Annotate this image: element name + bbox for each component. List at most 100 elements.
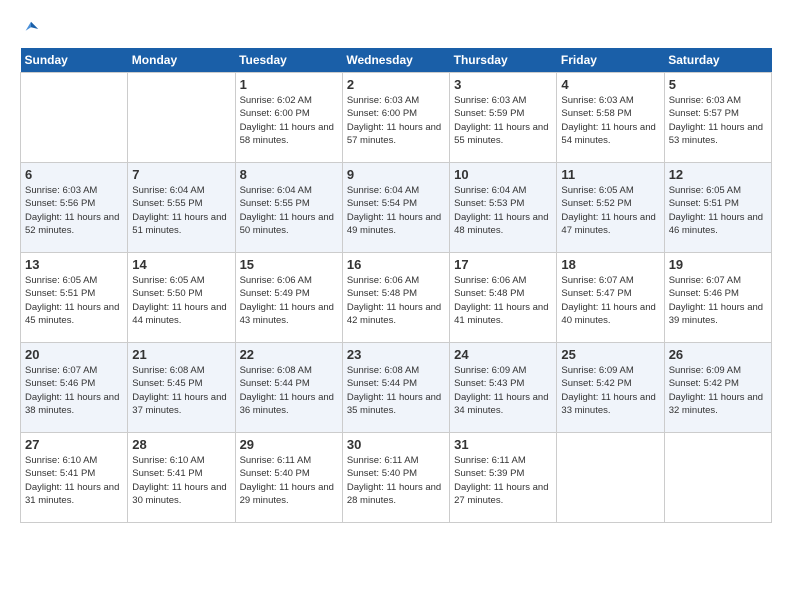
calendar-cell: 27 Sunrise: 6:10 AM Sunset: 5:41 PM Dayli… <box>21 433 128 523</box>
calendar-cell: 10 Sunrise: 6:04 AM Sunset: 5:53 PM Dayli… <box>450 163 557 253</box>
day-info: Sunrise: 6:07 AM Sunset: 5:46 PM Dayligh… <box>669 274 767 327</box>
calendar-cell: 16 Sunrise: 6:06 AM Sunset: 5:48 PM Dayli… <box>342 253 449 343</box>
day-number: 6 <box>25 167 123 182</box>
day-info: Sunrise: 6:08 AM Sunset: 5:44 PM Dayligh… <box>347 364 445 417</box>
calendar-cell: 14 Sunrise: 6:05 AM Sunset: 5:50 PM Dayli… <box>128 253 235 343</box>
calendar-cell: 20 Sunrise: 6:07 AM Sunset: 5:46 PM Dayli… <box>21 343 128 433</box>
day-number: 9 <box>347 167 445 182</box>
calendar-cell <box>664 433 771 523</box>
column-header-friday: Friday <box>557 48 664 73</box>
day-info: Sunrise: 6:09 AM Sunset: 5:42 PM Dayligh… <box>669 364 767 417</box>
day-info: Sunrise: 6:09 AM Sunset: 5:42 PM Dayligh… <box>561 364 659 417</box>
day-number: 25 <box>561 347 659 362</box>
day-number: 23 <box>347 347 445 362</box>
calendar-header-row: SundayMondayTuesdayWednesdayThursdayFrid… <box>21 48 772 73</box>
day-number: 14 <box>132 257 230 272</box>
day-info: Sunrise: 6:05 AM Sunset: 5:51 PM Dayligh… <box>25 274 123 327</box>
day-number: 10 <box>454 167 552 182</box>
day-number: 27 <box>25 437 123 452</box>
page-header <box>20 20 772 38</box>
calendar-cell <box>557 433 664 523</box>
day-number: 4 <box>561 77 659 92</box>
day-info: Sunrise: 6:04 AM Sunset: 5:53 PM Dayligh… <box>454 184 552 237</box>
day-info: Sunrise: 6:03 AM Sunset: 6:00 PM Dayligh… <box>347 94 445 147</box>
day-number: 15 <box>240 257 338 272</box>
calendar-cell: 1 Sunrise: 6:02 AM Sunset: 6:00 PM Daylig… <box>235 73 342 163</box>
day-number: 2 <box>347 77 445 92</box>
day-info: Sunrise: 6:03 AM Sunset: 5:58 PM Dayligh… <box>561 94 659 147</box>
column-header-sunday: Sunday <box>21 48 128 73</box>
day-number: 29 <box>240 437 338 452</box>
calendar-cell: 7Sunrise: 6:04 AM Sunset: 5:55 PM Daylig… <box>128 163 235 253</box>
calendar-cell: 25 Sunrise: 6:09 AM Sunset: 5:42 PM Dayli… <box>557 343 664 433</box>
day-info: Sunrise: 6:03 AM Sunset: 5:56 PM Dayligh… <box>25 184 123 237</box>
day-info: Sunrise: 6:11 AM Sunset: 5:40 PM Dayligh… <box>347 454 445 507</box>
calendar-week-row: 27 Sunrise: 6:10 AM Sunset: 5:41 PM Dayli… <box>21 433 772 523</box>
day-info: Sunrise: 6:06 AM Sunset: 5:48 PM Dayligh… <box>347 274 445 327</box>
day-number: 19 <box>669 257 767 272</box>
day-number: 21 <box>132 347 230 362</box>
day-info: Sunrise: 6:04 AM Sunset: 5:55 PM Dayligh… <box>132 184 230 237</box>
day-info: Sunrise: 6:05 AM Sunset: 5:50 PM Dayligh… <box>132 274 230 327</box>
day-number: 28 <box>132 437 230 452</box>
calendar-cell: 17Sunrise: 6:06 AM Sunset: 5:48 PM Dayli… <box>450 253 557 343</box>
calendar-cell: 8Sunrise: 6:04 AM Sunset: 5:55 PM Daylig… <box>235 163 342 253</box>
calendar-cell: 4 Sunrise: 6:03 AM Sunset: 5:58 PM Daylig… <box>557 73 664 163</box>
calendar-cell: 3 Sunrise: 6:03 AM Sunset: 5:59 PM Daylig… <box>450 73 557 163</box>
day-info: Sunrise: 6:10 AM Sunset: 5:41 PM Dayligh… <box>25 454 123 507</box>
day-number: 18 <box>561 257 659 272</box>
column-header-monday: Monday <box>128 48 235 73</box>
calendar-cell: 18Sunrise: 6:07 AM Sunset: 5:47 PM Dayli… <box>557 253 664 343</box>
logo <box>20 20 40 38</box>
calendar-cell: 29 Sunrise: 6:11 AM Sunset: 5:40 PM Dayli… <box>235 433 342 523</box>
day-info: Sunrise: 6:02 AM Sunset: 6:00 PM Dayligh… <box>240 94 338 147</box>
day-info: Sunrise: 6:10 AM Sunset: 5:41 PM Dayligh… <box>132 454 230 507</box>
calendar-cell: 19 Sunrise: 6:07 AM Sunset: 5:46 PM Dayli… <box>664 253 771 343</box>
day-number: 17 <box>454 257 552 272</box>
calendar-cell: 23 Sunrise: 6:08 AM Sunset: 5:44 PM Dayli… <box>342 343 449 433</box>
day-info: Sunrise: 6:09 AM Sunset: 5:43 PM Dayligh… <box>454 364 552 417</box>
calendar-week-row: 13 Sunrise: 6:05 AM Sunset: 5:51 PM Dayli… <box>21 253 772 343</box>
day-info: Sunrise: 6:05 AM Sunset: 5:51 PM Dayligh… <box>669 184 767 237</box>
calendar-cell: 26 Sunrise: 6:09 AM Sunset: 5:42 PM Dayli… <box>664 343 771 433</box>
day-number: 22 <box>240 347 338 362</box>
logo-icon <box>22 20 40 38</box>
day-info: Sunrise: 6:08 AM Sunset: 5:45 PM Dayligh… <box>132 364 230 417</box>
calendar-cell: 22Sunrise: 6:08 AM Sunset: 5:44 PM Dayli… <box>235 343 342 433</box>
day-number: 8 <box>240 167 338 182</box>
calendar-week-row: 6 Sunrise: 6:03 AM Sunset: 5:56 PM Daylig… <box>21 163 772 253</box>
day-info: Sunrise: 6:11 AM Sunset: 5:40 PM Dayligh… <box>240 454 338 507</box>
day-number: 31 <box>454 437 552 452</box>
day-info: Sunrise: 6:05 AM Sunset: 5:52 PM Dayligh… <box>561 184 659 237</box>
column-header-saturday: Saturday <box>664 48 771 73</box>
calendar-cell: 31 Sunrise: 6:11 AM Sunset: 5:39 PM Dayli… <box>450 433 557 523</box>
day-number: 20 <box>25 347 123 362</box>
day-info: Sunrise: 6:03 AM Sunset: 5:57 PM Dayligh… <box>669 94 767 147</box>
column-header-tuesday: Tuesday <box>235 48 342 73</box>
calendar-cell: 15 Sunrise: 6:06 AM Sunset: 5:49 PM Dayli… <box>235 253 342 343</box>
calendar-cell: 9Sunrise: 6:04 AM Sunset: 5:54 PM Daylig… <box>342 163 449 253</box>
day-number: 12 <box>669 167 767 182</box>
calendar-cell: 30 Sunrise: 6:11 AM Sunset: 5:40 PM Dayli… <box>342 433 449 523</box>
calendar-cell: 5Sunrise: 6:03 AM Sunset: 5:57 PM Daylig… <box>664 73 771 163</box>
day-info: Sunrise: 6:07 AM Sunset: 5:46 PM Dayligh… <box>25 364 123 417</box>
day-number: 30 <box>347 437 445 452</box>
day-number: 24 <box>454 347 552 362</box>
column-header-thursday: Thursday <box>450 48 557 73</box>
calendar-cell: 2 Sunrise: 6:03 AM Sunset: 6:00 PM Daylig… <box>342 73 449 163</box>
calendar-cell: 12 Sunrise: 6:05 AM Sunset: 5:51 PM Dayli… <box>664 163 771 253</box>
day-info: Sunrise: 6:03 AM Sunset: 5:59 PM Dayligh… <box>454 94 552 147</box>
day-info: Sunrise: 6:11 AM Sunset: 5:39 PM Dayligh… <box>454 454 552 507</box>
day-number: 26 <box>669 347 767 362</box>
day-number: 13 <box>25 257 123 272</box>
calendar-cell <box>21 73 128 163</box>
calendar-week-row: 1 Sunrise: 6:02 AM Sunset: 6:00 PM Daylig… <box>21 73 772 163</box>
calendar-cell: 28 Sunrise: 6:10 AM Sunset: 5:41 PM Dayli… <box>128 433 235 523</box>
calendar-cell: 11Sunrise: 6:05 AM Sunset: 5:52 PM Dayli… <box>557 163 664 253</box>
day-number: 3 <box>454 77 552 92</box>
calendar-cell: 6 Sunrise: 6:03 AM Sunset: 5:56 PM Daylig… <box>21 163 128 253</box>
day-info: Sunrise: 6:06 AM Sunset: 5:49 PM Dayligh… <box>240 274 338 327</box>
calendar-cell: 24 Sunrise: 6:09 AM Sunset: 5:43 PM Dayli… <box>450 343 557 433</box>
day-number: 16 <box>347 257 445 272</box>
day-number: 1 <box>240 77 338 92</box>
